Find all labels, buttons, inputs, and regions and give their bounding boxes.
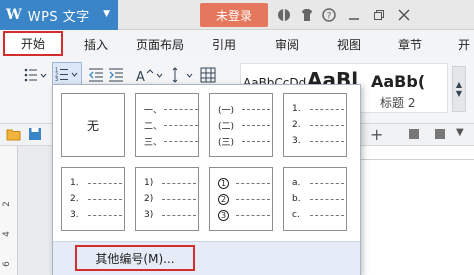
list-item: 1. <box>70 176 122 190</box>
list-item: 1 <box>218 176 270 190</box>
login-button[interactable]: 未登录 <box>200 3 268 27</box>
list-item: c. <box>292 208 344 222</box>
close-icon[interactable] <box>396 7 412 23</box>
list-item: 1) <box>144 176 196 190</box>
wps-logo-icon: W <box>6 7 22 23</box>
horizontal-ruler <box>358 146 474 160</box>
chevron-down-icon: ▼ <box>103 9 110 19</box>
theme-icon[interactable] <box>276 7 292 23</box>
numbering-dropdown: 无 一、 二、 三、 (一) (二) (三) 1. 2. 3. 1. 2. 3.… <box>52 84 361 275</box>
add-icon[interactable]: + <box>370 125 383 144</box>
save-icon[interactable] <box>28 127 42 144</box>
tab-page-layout[interactable]: 页面布局 <box>136 36 184 53</box>
table-border-button[interactable] <box>200 66 216 84</box>
open-folder-icon[interactable] <box>6 127 22 144</box>
list-item: 3. <box>70 208 122 222</box>
document-page[interactable] <box>360 160 474 275</box>
list-item: b. <box>292 192 344 206</box>
tab-references[interactable]: 引用 <box>212 36 236 53</box>
list-item: 3. <box>292 134 344 148</box>
numbering-circled-option[interactable]: 1 2 3 <box>209 167 273 231</box>
wps-app-menu-button[interactable]: W WPS 文字 ▼ <box>0 0 118 30</box>
ruler-mark: 6 <box>1 261 12 267</box>
list-item: 2 <box>218 192 270 206</box>
list-item: (三) <box>218 134 270 148</box>
list-item: 三、 <box>144 134 199 148</box>
decrease-indent-button[interactable] <box>88 66 104 84</box>
list-item: 一、 <box>144 102 199 116</box>
list-item: (二) <box>218 118 270 132</box>
view-icon[interactable] <box>408 128 420 143</box>
svg-text:?: ? <box>327 12 332 22</box>
tab-review[interactable]: 审阅 <box>275 36 299 53</box>
title-bar: W WPS 文字 ▼ 未登录 ? <box>0 0 474 30</box>
numbering-none-label: 无 <box>86 118 99 133</box>
list-item: 3) <box>144 208 196 222</box>
svg-text:A: A <box>136 70 145 83</box>
increase-indent-button[interactable] <box>108 66 124 84</box>
chevron-down-icon[interactable]: ▼ <box>456 127 464 138</box>
more-numbering-button[interactable]: 其他编号(M)... <box>75 245 195 271</box>
help-icon[interactable]: ? <box>321 7 337 23</box>
list-item: 2. <box>292 118 344 132</box>
bullet-list-button[interactable] <box>24 66 48 84</box>
minimize-icon[interactable] <box>346 7 362 23</box>
list-item: 1. <box>292 102 344 116</box>
list-item: 3 <box>218 208 270 222</box>
app-title: WPS 文字 <box>27 9 90 25</box>
list-item: (一) <box>218 102 270 116</box>
numbering-chinese-paren-option[interactable]: (一) (二) (三) <box>209 93 273 157</box>
tab-insert[interactable]: 插入 <box>84 36 108 53</box>
restore-icon[interactable] <box>371 7 387 23</box>
font-size-increase-button[interactable]: A <box>136 66 164 84</box>
view-icon[interactable] <box>434 128 446 143</box>
numbering-decimal-option[interactable]: 1. 2. 3. <box>283 93 347 157</box>
svg-text:3: 3 <box>55 77 58 81</box>
menu-tab-bar: 插入 页面布局 引用 审阅 视图 章节 开 <box>0 30 474 58</box>
tab-chapter[interactable]: 章节 <box>398 36 422 53</box>
list-item: 二、 <box>144 118 199 132</box>
numbering-paren-option[interactable]: 1) 2) 3) <box>135 167 199 231</box>
style-gallery-scroll[interactable]: ▲ ▼ <box>452 66 466 112</box>
numbering-list-button[interactable]: 123 <box>52 62 82 86</box>
list-item: 2. <box>70 192 122 206</box>
chevron-up-icon: ▲ <box>455 80 463 89</box>
chevron-down-icon: ▼ <box>455 89 463 98</box>
style-heading2-label: 标题 2 <box>380 96 416 110</box>
numbering-none-option[interactable]: 无 <box>61 93 125 157</box>
vertical-ruler: 2 4 6 <box>0 146 18 275</box>
numbering-alpha-option[interactable]: a. b. c. <box>283 167 347 231</box>
skin-icon[interactable] <box>299 7 315 23</box>
tab-view[interactable]: 视图 <box>337 36 361 53</box>
list-item: 2) <box>144 192 196 206</box>
numbering-decimal-indented-option[interactable]: 1. 2. 3. <box>61 167 125 231</box>
style-heading2-sample[interactable]: AaBb( <box>371 72 447 91</box>
numbering-chinese-option[interactable]: 一、 二、 三、 <box>135 93 199 157</box>
line-spacing-button[interactable] <box>172 66 194 84</box>
ruler-mark: 2 <box>1 201 12 207</box>
ruler-mark: 4 <box>1 231 12 237</box>
tab-home[interactable]: 开始 <box>3 31 63 56</box>
tab-overflow[interactable]: 开 <box>458 36 470 53</box>
list-item: a. <box>292 176 344 190</box>
